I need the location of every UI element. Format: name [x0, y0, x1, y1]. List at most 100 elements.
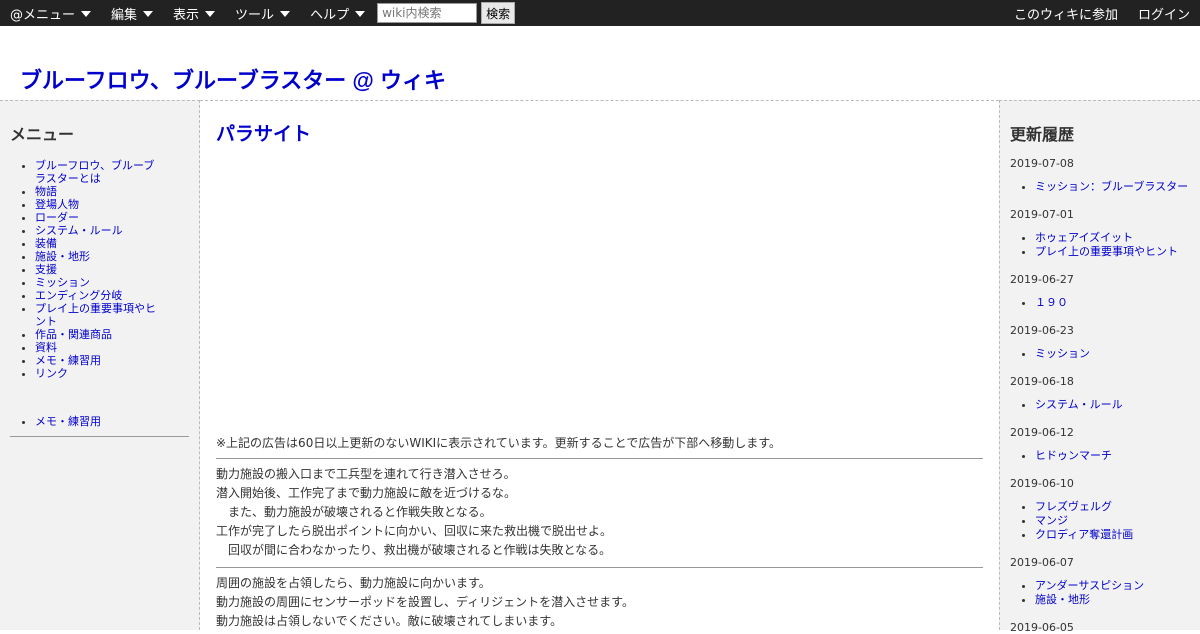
update-link[interactable]: プレイ上の重要事項やヒント — [1035, 245, 1178, 258]
sidebar-item-label[interactable]: 作品・関連商品 — [35, 328, 112, 341]
sidebar-item-label[interactable]: プレイ上の重要事項やヒント — [35, 302, 156, 328]
list-item[interactable]: プレイ上の重要事項やヒント — [1035, 245, 1200, 259]
sidebar-item-label[interactable]: 資料 — [35, 341, 57, 354]
sidebar-item[interactable]: 装備 — [35, 237, 165, 250]
menu-edit[interactable]: 編集 — [101, 0, 163, 26]
mission-objectives: 動力施設の搬入口まで工兵型を連れて行き潜入させろ。 潜入開始後、工作完了まで動力… — [216, 465, 612, 560]
update-link[interactable]: １９０ — [1035, 296, 1068, 309]
search-button[interactable]: 検索 — [481, 2, 516, 24]
update-list: アンダーサスピション 施設・地形 — [1000, 579, 1200, 607]
menu-label: 表示 — [173, 7, 200, 23]
update-date: 2019-06-10 — [1010, 477, 1074, 490]
menu-view[interactable]: 表示 — [163, 0, 225, 26]
menu-tools[interactable]: ツール — [225, 0, 300, 26]
chevron-down-icon — [81, 11, 92, 17]
top-bar: @メニュー 編集 表示 ツール ヘルプ 検索 このウィキに参加 ログイン — [0, 0, 1200, 26]
update-link[interactable]: ミッション — [1035, 347, 1090, 360]
list-item[interactable]: フレズヴェルグ — [1035, 500, 1200, 514]
update-list: フレズヴェルグ マンジ クロディア奪還計画 — [1000, 500, 1200, 542]
sidebar-item[interactable]: 作品・関連商品 — [35, 328, 165, 341]
sidebar-item[interactable]: メモ・練習用 — [35, 415, 199, 428]
update-date: 2019-07-08 — [1010, 157, 1074, 170]
menu-help[interactable]: ヘルプ — [300, 0, 375, 26]
list-item[interactable]: マンジ — [1035, 514, 1200, 528]
sidebar-item-label[interactable]: 物語 — [35, 185, 57, 198]
update-link[interactable]: ミッション：ブルーブラスター — [1035, 180, 1188, 193]
sidebar-item[interactable]: 資料 — [35, 341, 165, 354]
chevron-down-icon — [143, 11, 154, 17]
text-line: 動力施設は占領しないでください。敵に破壊されてしまいます。 — [216, 614, 563, 628]
update-link[interactable]: ヒドゥンマーチ — [1035, 449, 1112, 462]
text-line: 回収が間に合わなかったり、救出機が破壊されると作戦は失敗となる。 — [216, 543, 612, 557]
sidebar-item[interactable]: 物語 — [35, 185, 165, 198]
site-title[interactable]: ブルーフロウ、ブルーブラスター @ ウィキ — [20, 63, 446, 95]
menu-label: ツール — [235, 7, 275, 23]
menu-atmenu[interactable]: @メニュー — [0, 0, 101, 26]
list-item[interactable]: ミッション：ブルーブラスター — [1035, 180, 1200, 194]
update-list: システム・ルール — [1000, 398, 1200, 412]
sidebar-item[interactable]: 登場人物 — [35, 198, 165, 211]
top-bar-left: @メニュー 編集 表示 ツール ヘルプ 検索 — [0, 0, 516, 26]
sidebar-item-label[interactable]: ローダー — [35, 211, 79, 224]
menu-heading: メニュー — [10, 125, 75, 144]
list-item[interactable]: ヒドゥンマーチ — [1035, 449, 1200, 463]
update-date: 2019-06-05 — [1010, 621, 1074, 634]
text-line: 周囲の施設を占領したら、動力施設に向かいます。 — [216, 576, 491, 590]
sidebar-item-label[interactable]: システム・ルール — [35, 224, 123, 237]
list-item[interactable]: 施設・地形 — [1035, 593, 1200, 607]
sidebar-item-label[interactable]: リンク — [35, 367, 68, 380]
update-link[interactable]: マンジ — [1035, 514, 1068, 527]
login-link[interactable]: ログイン — [1128, 4, 1200, 23]
join-wiki-link[interactable]: このウィキに参加 — [1004, 4, 1128, 23]
mission-notes: 周囲の施設を占領したら、動力施設に向かいます。 動力施設の周囲にセンサーポッドを… — [216, 574, 634, 631]
sidebar-item[interactable]: ブルーフロウ、ブルーブラスターとは — [35, 159, 165, 185]
search-input[interactable] — [377, 3, 478, 23]
sidebar-item-label[interactable]: 支援 — [35, 263, 57, 276]
sidebar-item[interactable]: ミッション — [35, 276, 165, 289]
menu-label: ヘルプ — [310, 7, 350, 23]
ad-notice: ※上記の広告は60日以上更新のないWIKIに表示されています。更新することで広告… — [216, 436, 782, 450]
sidebar-item-label[interactable]: エンディング分岐 — [35, 289, 122, 302]
sidebar-item[interactable]: エンディング分岐 — [35, 289, 165, 302]
sidebar-item[interactable]: リンク — [35, 367, 165, 380]
sidebar-item[interactable]: システム・ルール — [35, 224, 165, 237]
top-bar-right: このウィキに参加 ログイン — [1004, 0, 1200, 26]
list-item[interactable]: ホゥェアイズイット — [1035, 231, 1200, 245]
sidebar-item[interactable]: ローダー — [35, 211, 165, 224]
recent-updates-heading: 更新履歴 — [1010, 125, 1075, 144]
menu-label: 編集 — [111, 7, 138, 23]
text-line: 動力施設の周囲にセンサーポッドを設置し、ディリジェントを潜入させます。 — [216, 595, 634, 609]
sidebar-item-label[interactable]: 装備 — [35, 237, 57, 250]
divider — [10, 436, 189, 437]
list-item[interactable]: アンダーサスピション — [1035, 579, 1200, 593]
list-item[interactable]: システム・ルール — [1035, 398, 1200, 412]
chevron-down-icon — [205, 11, 216, 17]
update-list: ミッション — [1000, 347, 1200, 361]
sidebar-item-label[interactable]: ミッション — [35, 276, 90, 289]
update-link[interactable]: ホゥェアイズイット — [1035, 231, 1133, 244]
sidebar-item-label[interactable]: 登場人物 — [35, 198, 79, 211]
menu-label: @メニュー — [10, 7, 76, 23]
sidebar-item-label[interactable]: メモ・練習用 — [35, 354, 101, 367]
sidebar-item-label[interactable]: メモ・練習用 — [35, 415, 101, 428]
update-date: 2019-07-01 — [1010, 208, 1074, 221]
list-item[interactable]: ミッション — [1035, 347, 1200, 361]
sidebar-item[interactable]: プレイ上の重要事項やヒント — [35, 302, 165, 328]
sidebar-item[interactable]: 施設・地形 — [35, 250, 165, 263]
chevron-down-icon — [280, 11, 291, 17]
page-title[interactable]: パラサイト — [216, 119, 311, 146]
sidebar-item[interactable]: メモ・練習用 — [35, 354, 165, 367]
sidebar-item-label[interactable]: 施設・地形 — [35, 250, 90, 263]
update-link[interactable]: クロディア奪還計画 — [1035, 528, 1133, 541]
update-link[interactable]: システム・ルール — [1035, 398, 1123, 411]
sidebar-item-label[interactable]: ブルーフロウ、ブルーブラスターとは — [35, 159, 154, 185]
update-date: 2019-06-12 — [1010, 426, 1074, 439]
sidebar-item[interactable]: 支援 — [35, 263, 165, 276]
list-item[interactable]: クロディア奪還計画 — [1035, 528, 1200, 542]
update-list: ミッション：ブルーブラスター — [1000, 180, 1200, 194]
update-link[interactable]: アンダーサスピション — [1035, 579, 1144, 592]
update-link[interactable]: フレズヴェルグ — [1035, 500, 1112, 513]
list-item[interactable]: １９０ — [1035, 296, 1200, 310]
text-line: 動力施設の搬入口まで工兵型を連れて行き潜入させろ。 — [216, 467, 516, 481]
update-link[interactable]: 施設・地形 — [1035, 593, 1090, 606]
